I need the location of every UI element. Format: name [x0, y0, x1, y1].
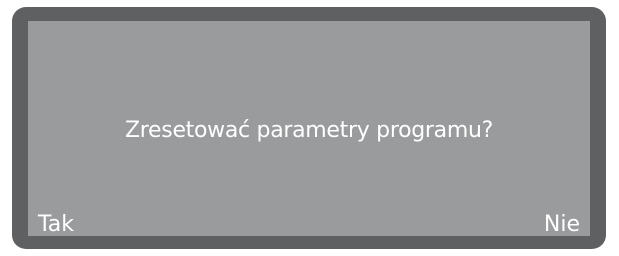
lcd-screen: Zresetować parametry programu? Tak Nie — [28, 21, 590, 239]
display-bezel: Zresetować parametry programu? Tak Nie — [12, 7, 606, 249]
no-option[interactable]: Nie — [544, 211, 580, 239]
dialog-prompt: Zresetować parametry programu? — [125, 118, 493, 143]
yes-option[interactable]: Tak — [38, 211, 74, 239]
